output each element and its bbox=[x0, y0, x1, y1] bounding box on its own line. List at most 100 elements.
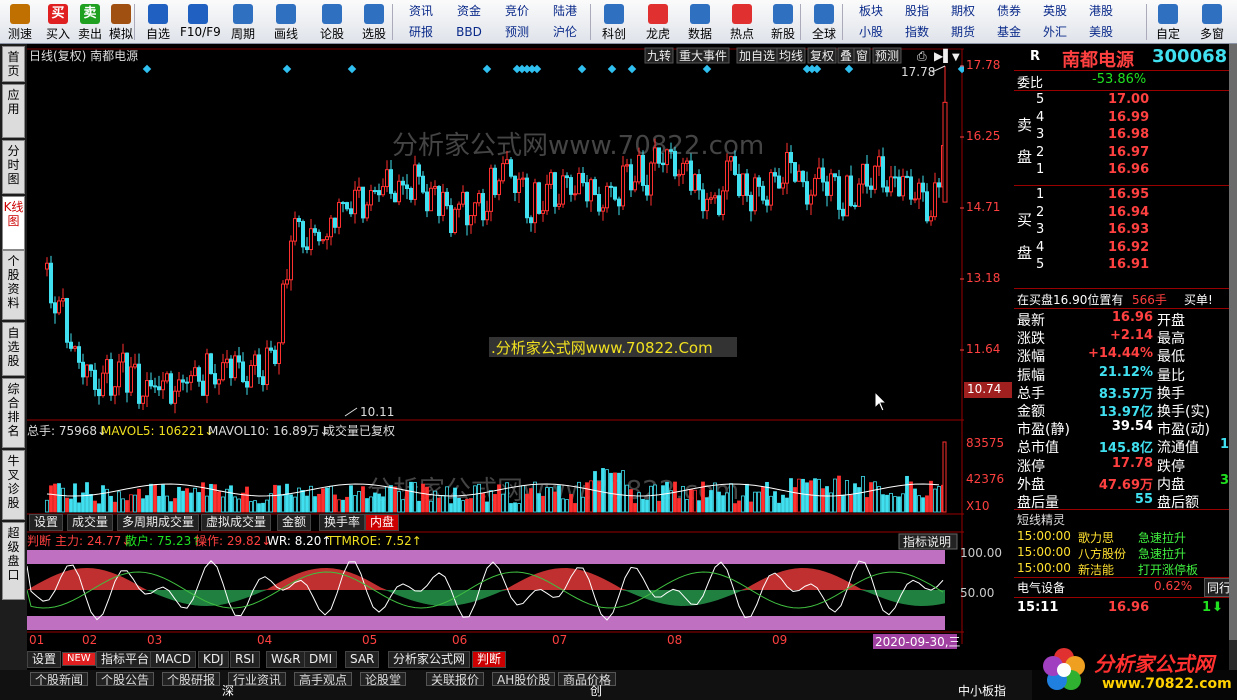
ask-price[interactable]: 16.98 bbox=[1108, 127, 1149, 142]
bottom-news-tab[interactable]: 论股堂 bbox=[360, 672, 407, 687]
side-tab[interactable]: 自选股 bbox=[2, 322, 25, 376]
volume-bar bbox=[645, 499, 649, 513]
toolbar-clock-cycle-button[interactable]: 周期 bbox=[225, 2, 261, 42]
bottom-news-tab[interactable]: 个股研报 bbox=[162, 672, 221, 687]
kline-chart-area[interactable]: 日线(复权) 南都电源 九转 重大事件 加自选 均线 复权叠窗预测 ⎙ ▶▌ ▼ 分析家公式网ww… bbox=[27, 44, 964, 664]
side-tab[interactable]: 分时图 bbox=[2, 140, 25, 194]
chevron-down-icon[interactable]: ▼ bbox=[952, 52, 960, 63]
toolbar-buy-button[interactable]: 买买入 bbox=[40, 2, 76, 42]
indicator-tab[interactable]: W&R bbox=[266, 651, 306, 668]
toolbar-group-button[interactable]: 期权 bbox=[940, 2, 986, 21]
bottom-news-tab[interactable]: 个股公告 bbox=[96, 672, 155, 687]
toolbar-group-button[interactable]: 预测 bbox=[494, 23, 540, 42]
toolbar-pen-button[interactable]: 画线 bbox=[268, 2, 304, 42]
toolbar-group-button[interactable]: 港股 bbox=[1078, 2, 1124, 21]
elf-stock[interactable]: 八方股份 bbox=[1078, 545, 1126, 562]
side-tab[interactable]: 应用 bbox=[2, 84, 25, 138]
bottom-news-tab[interactable]: AH股价股 bbox=[492, 672, 556, 687]
volume-bar bbox=[85, 482, 89, 513]
volume-panel-tab[interactable]: 多周期成交量 bbox=[117, 514, 200, 531]
bid-price[interactable]: 16.91 bbox=[1108, 257, 1149, 272]
bid-price[interactable]: 16.95 bbox=[1108, 187, 1149, 202]
volume-panel-tab[interactable]: 设置 bbox=[29, 514, 64, 531]
toolbar-pe-button[interactable]: 数据 bbox=[682, 2, 718, 42]
toolbar-group-button[interactable]: 债券 bbox=[986, 2, 1032, 21]
bid-price[interactable]: 16.92 bbox=[1108, 240, 1149, 255]
toolbar-hot-button[interactable]: 热点 bbox=[724, 2, 760, 42]
quote-scrollbar[interactable] bbox=[1229, 44, 1237, 684]
toolbar-group-button[interactable]: 美股 bbox=[1078, 23, 1124, 42]
volume-panel-tab[interactable]: 内盘 bbox=[365, 514, 400, 531]
bottom-news-tab[interactable]: 个股新闻 bbox=[30, 672, 89, 687]
toolbar-group-button[interactable]: 基金 bbox=[986, 23, 1032, 42]
volume-bar bbox=[761, 486, 765, 513]
side-tab[interactable]: 个股资料 bbox=[2, 250, 25, 320]
indicator-tab[interactable]: SAR bbox=[345, 651, 380, 668]
elf-stock[interactable]: 歌力思 bbox=[1078, 529, 1114, 546]
indicator-tab[interactable]: 分析家公式网 bbox=[388, 651, 471, 668]
toolbar-dragon-button[interactable]: 龙虎 bbox=[640, 2, 676, 42]
toolbar-kechuang-button[interactable]: 科创 bbox=[596, 2, 632, 42]
toolbar-newstock-button[interactable]: 新股 bbox=[765, 2, 801, 42]
toolbar-multiwindow-button[interactable]: 多窗 bbox=[1194, 2, 1230, 42]
indicator-tab[interactable]: MACD bbox=[150, 651, 196, 668]
lock-icon[interactable]: ⎙ bbox=[917, 49, 927, 63]
toolbar-group-button[interactable]: 陆港 bbox=[542, 2, 588, 21]
toolbar-group-button[interactable]: 竞价 bbox=[494, 2, 540, 21]
indicator-tab[interactable]: DMI bbox=[304, 651, 338, 668]
toolbar-group-button[interactable]: 外汇 bbox=[1032, 23, 1078, 42]
ask-price[interactable]: 16.97 bbox=[1108, 145, 1149, 160]
toolbar-clock-button[interactable]: 测速 bbox=[2, 2, 38, 42]
toolbar-group-button[interactable]: 资讯 bbox=[398, 2, 444, 21]
ask-price[interactable]: 17.00 bbox=[1108, 92, 1149, 107]
ask-price[interactable]: 16.99 bbox=[1108, 110, 1149, 125]
elf-stock[interactable]: 新洁能 bbox=[1078, 561, 1114, 578]
side-tab[interactable]: K线图 bbox=[2, 196, 25, 250]
indicator-tab[interactable]: 指标平台 bbox=[96, 651, 155, 668]
toolbar-group-button[interactable]: 资金 bbox=[446, 2, 492, 21]
bottom-news-tab[interactable]: 关联报价 bbox=[426, 672, 485, 687]
volume-panel-tab[interactable]: 成交量 bbox=[67, 514, 114, 531]
ask-price[interactable]: 16.96 bbox=[1108, 162, 1149, 177]
volume-panel-tab[interactable]: 虚拟成交量 bbox=[201, 514, 272, 531]
new-badge[interactable]: NEW bbox=[62, 652, 96, 666]
indicator-help-label: 指标说明 bbox=[903, 534, 951, 549]
toolbar-discuss-button[interactable]: 论股 bbox=[314, 2, 350, 42]
candlestick bbox=[365, 201, 369, 222]
toolbar-globe-button[interactable]: 全球 bbox=[806, 2, 842, 42]
bottom-index-left: 深 bbox=[222, 684, 235, 698]
bid-price[interactable]: 16.94 bbox=[1108, 205, 1149, 220]
toolbar-group-button[interactable]: 期货 bbox=[940, 23, 986, 42]
indicator-tab[interactable]: 判断 bbox=[472, 651, 507, 668]
toolbar-group-button[interactable]: 板块 bbox=[848, 2, 894, 21]
side-tab[interactable]: 超级盘口 bbox=[2, 522, 25, 600]
toolbar-group-button[interactable]: 研报 bbox=[398, 23, 444, 42]
volume-panel-tab[interactable]: 换手率 bbox=[319, 514, 366, 531]
toolbar-group-button[interactable]: 英股 bbox=[1032, 2, 1078, 21]
toolbar-f10-button[interactable]: F10/F9 bbox=[180, 2, 221, 42]
side-tab[interactable]: 综合排名 bbox=[2, 378, 25, 448]
toolbar-group-button[interactable]: BBD bbox=[446, 23, 492, 42]
volume-bar bbox=[193, 487, 197, 513]
bid-price[interactable]: 16.93 bbox=[1108, 222, 1149, 237]
bottom-news-tab[interactable]: 商品价格 bbox=[558, 672, 617, 687]
toolbar-star-button[interactable]: 自选 bbox=[140, 2, 176, 42]
volume-bar bbox=[757, 491, 761, 513]
side-tab[interactable]: 首页 bbox=[2, 46, 25, 82]
volume-bar bbox=[649, 485, 653, 513]
toolbar-select-stock-button[interactable]: 选股 bbox=[356, 2, 392, 42]
toolbar-group-button[interactable]: 指数 bbox=[894, 23, 940, 42]
toolbar-group-button[interactable]: 沪伦 bbox=[542, 23, 588, 42]
volume-bar bbox=[785, 497, 789, 513]
toolbar-group-button[interactable]: 小股 bbox=[848, 23, 894, 42]
bottom-news-tab[interactable]: 行业资讯 bbox=[228, 672, 287, 687]
volume-panel-tab[interactable]: 金额 bbox=[277, 514, 312, 531]
indicator-tab[interactable]: RSI bbox=[230, 651, 260, 668]
side-tab[interactable]: 牛叉诊股 bbox=[2, 450, 25, 520]
indicator-tab[interactable]: KDJ bbox=[198, 651, 229, 668]
toolbar-custom-button[interactable]: 自定 bbox=[1150, 2, 1186, 42]
toolbar-group-button[interactable]: 股指 bbox=[894, 2, 940, 21]
indicator-tab[interactable]: 设置 bbox=[27, 651, 62, 668]
forward-icon[interactable]: ▶▌ bbox=[934, 48, 952, 63]
bottom-news-tab[interactable]: 高手观点 bbox=[294, 672, 353, 687]
